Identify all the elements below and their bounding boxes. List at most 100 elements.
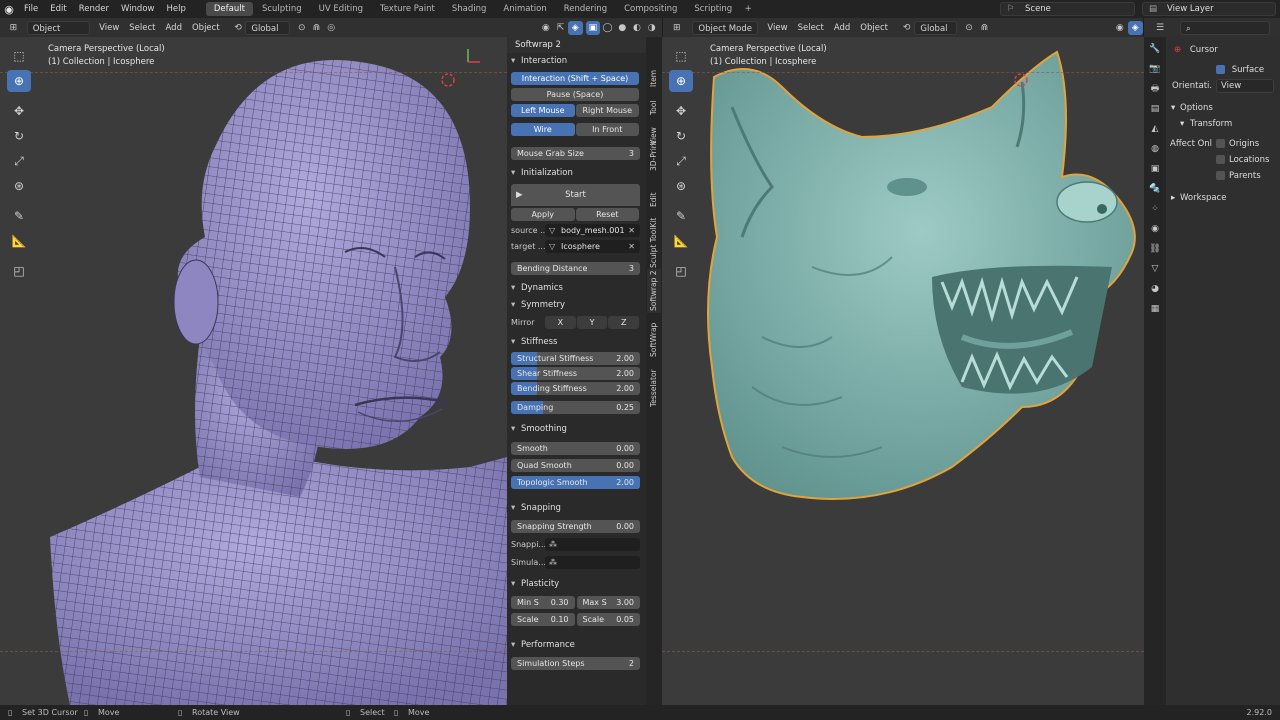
properties-search[interactable]: ⌕ <box>1180 20 1270 35</box>
mirror-x-toggle[interactable]: X <box>545 316 576 329</box>
pause-button[interactable]: Pause (Space) <box>511 88 639 101</box>
surface-project-checkbox[interactable] <box>1216 65 1225 74</box>
editor-type-icon[interactable]: ⊞ <box>6 21 21 35</box>
damping-slider[interactable]: Damping 0.25 <box>511 401 640 414</box>
left-solid-shading-icon[interactable]: ● <box>615 21 630 35</box>
tab-compositing[interactable]: Compositing <box>616 2 685 16</box>
right-pivot-icon[interactable]: ⊙ <box>961 21 976 35</box>
right-visibility-icon[interactable]: ◉ <box>1112 21 1127 35</box>
min-s-field[interactable]: Min S 0.30 <box>511 596 575 609</box>
shear-stiffness-slider[interactable]: Shear Stiffness 2.00 <box>511 367 640 380</box>
data-properties-icon[interactable]: ▽ <box>1147 261 1163 277</box>
render-properties-icon[interactable]: 📷 <box>1147 61 1163 77</box>
menu-window[interactable]: Window <box>115 0 161 18</box>
add-cube-tool-icon[interactable]: ◰ <box>7 260 31 282</box>
view-layer-selector[interactable]: ▤ View Layer <box>1142 2 1276 16</box>
texture-properties-icon[interactable]: ▦ <box>1147 301 1163 317</box>
mouse-grab-size-field[interactable]: Mouse Grab Size 3 <box>511 147 640 160</box>
pivot-icon[interactable]: ⊙ <box>294 21 309 35</box>
view-layer-properties-icon[interactable]: ▤ <box>1147 101 1163 117</box>
tab-3d-print[interactable]: 3D-Print <box>647 135 661 175</box>
section-initialization[interactable]: Initialization <box>507 165 646 182</box>
scale-2-field[interactable]: Scale 0.05 <box>576 613 640 626</box>
start-button[interactable]: ▶ Start <box>511 184 640 206</box>
left-orientation-dropdown[interactable]: Global <box>245 20 291 35</box>
options-section[interactable]: ▾ Options <box>1166 100 1280 116</box>
select-box-tool-icon[interactable]: ⬚ <box>669 45 693 67</box>
properties-editor-icon[interactable]: ☰ <box>1152 21 1168 35</box>
annotate-tool-icon[interactable]: ✎ <box>7 205 31 227</box>
section-smoothing[interactable]: Smoothing <box>507 421 646 438</box>
tab-default[interactable]: Default <box>205 2 253 16</box>
proportional-edit-icon[interactable]: ◎ <box>324 21 339 35</box>
simulation-group-field[interactable]: ⁂ <box>545 556 640 569</box>
cursor-tool-icon[interactable]: ⊕ <box>7 70 31 92</box>
blender-logo-icon[interactable]: ◉ <box>0 0 18 18</box>
tab-softwrap-2[interactable]: Softwrap 2 <box>647 269 661 313</box>
rotate-tool-icon[interactable]: ↻ <box>7 125 31 147</box>
right-snap-icon[interactable]: ⋒ <box>977 21 992 35</box>
section-performance[interactable]: Performance <box>507 637 646 654</box>
left-object-menu[interactable]: Object <box>187 21 225 35</box>
origins-checkbox[interactable] <box>1216 139 1225 148</box>
scale-tool-icon[interactable]: ⤢ <box>669 150 693 172</box>
measure-tool-icon[interactable]: 📐 <box>669 230 693 252</box>
right-object-menu[interactable]: Object <box>855 21 893 35</box>
locations-checkbox[interactable] <box>1216 155 1225 164</box>
tab-edit[interactable]: Edit <box>647 187 661 209</box>
right-view-menu[interactable]: View <box>762 21 792 35</box>
menu-file[interactable]: File <box>18 0 44 18</box>
left-add-menu[interactable]: Add <box>161 21 187 35</box>
right-editor-type-icon[interactable]: ⊞ <box>669 21 684 35</box>
move-tool-icon[interactable]: ✥ <box>7 100 31 122</box>
simulation-steps-field[interactable]: Simulation Steps 2 <box>511 657 640 670</box>
structural-stiffness-slider[interactable]: Structural Stiffness 2.00 <box>511 352 640 365</box>
right-add-menu[interactable]: Add <box>829 21 855 35</box>
right-overlay-icon[interactable]: ◈ <box>1127 20 1143 35</box>
section-stiffness[interactable]: Stiffness <box>507 334 646 351</box>
bending-stiffness-slider[interactable]: Bending Stiffness 2.00 <box>511 382 640 395</box>
apply-button[interactable]: Apply <box>511 208 575 221</box>
section-plasticity[interactable]: Plasticity <box>507 576 646 593</box>
physics-properties-icon[interactable]: ◉ <box>1147 221 1163 237</box>
target-object-field[interactable]: ▽ Icosphere ✕ <box>545 240 640 253</box>
tab-rendering[interactable]: Rendering <box>556 2 615 16</box>
left-material-shading-icon[interactable]: ◐ <box>630 21 645 35</box>
left-viewport[interactable]: Camera Perspective (Local) (1) Collectio… <box>0 37 507 705</box>
right-select-menu[interactable]: Select <box>793 21 829 35</box>
scale-tool-icon[interactable]: ⤢ <box>7 150 31 172</box>
quad-smooth-field[interactable]: Quad Smooth 0.00 <box>511 459 640 472</box>
scene-selector[interactable]: ⚐ Scene <box>1000 2 1135 16</box>
menu-edit[interactable]: Edit <box>44 0 72 18</box>
tab-uv-editing[interactable]: UV Editing <box>311 2 371 16</box>
clear-target-icon[interactable]: ✕ <box>628 240 635 253</box>
left-visibility-icon[interactable]: ◉ <box>538 21 553 35</box>
section-symmetry[interactable]: Symmetry <box>507 297 646 314</box>
parents-checkbox[interactable] <box>1216 171 1225 180</box>
rotate-tool-icon[interactable]: ↻ <box>669 125 693 147</box>
section-interaction[interactable]: Interaction <box>507 53 646 70</box>
right-orientation-dropdown[interactable]: Global <box>914 20 958 35</box>
mirror-z-toggle[interactable]: Z <box>608 316 640 329</box>
right-viewport[interactable]: Camera Perspective (Local) (1) Collectio… <box>662 37 1144 705</box>
left-mode-dropdown[interactable]: Object Mode <box>26 20 91 48</box>
scale-1-field[interactable]: Scale 0.10 <box>511 613 575 626</box>
left-render-shading-icon[interactable]: ◑ <box>644 21 659 35</box>
material-properties-icon[interactable]: ◕ <box>1147 281 1163 297</box>
scene-properties-icon[interactable]: ◭ <box>1147 121 1163 137</box>
in-front-toggle[interactable]: In Front <box>575 123 639 136</box>
add-cube-tool-icon[interactable]: ◰ <box>669 260 693 282</box>
cursor-tool-icon[interactable]: ⊕ <box>669 70 693 92</box>
move-tool-icon[interactable]: ✥ <box>669 100 693 122</box>
tab-animation[interactable]: Animation <box>495 2 554 16</box>
tab-item[interactable]: Item <box>647 67 661 91</box>
max-s-field[interactable]: Max S 3.00 <box>576 596 640 609</box>
section-dynamics[interactable]: Dynamics <box>507 280 646 297</box>
constraints-properties-icon[interactable]: ⛓ <box>1147 241 1163 257</box>
locations-option[interactable]: Locations <box>1166 152 1280 168</box>
interaction-button[interactable]: Interaction (Shift + Space) <box>511 72 639 85</box>
tab-scripting[interactable]: Scripting <box>686 2 740 16</box>
transform-tool-icon[interactable]: ⊛ <box>669 175 693 197</box>
snapping-group-field[interactable]: ⁂ <box>545 538 640 551</box>
bending-distance-field[interactable]: Bending Distance 3 <box>511 262 640 275</box>
